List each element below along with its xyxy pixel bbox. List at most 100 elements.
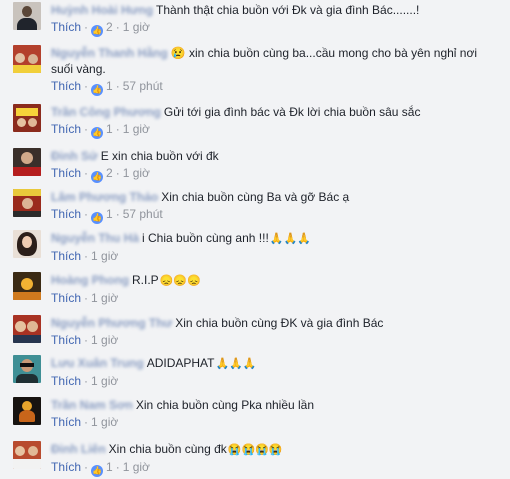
reaction-count[interactable]: 1 <box>106 79 113 93</box>
avatar[interactable] <box>13 189 41 217</box>
comment-text: Đinh Liên Xin chia buồn cùng đk😭😭😭😭 <box>51 441 496 458</box>
avatar[interactable] <box>13 397 41 425</box>
comment-author[interactable]: Lâm Phương Thảo <box>51 190 158 204</box>
comment-list: Huỳnh Hoài Hưng Thành thật chia buồn với … <box>0 0 510 479</box>
like-button[interactable]: Thích <box>51 166 81 180</box>
comment-author[interactable]: Hoàng Phong <box>51 273 129 287</box>
meta-separator: · <box>84 374 89 388</box>
meta-separator: · <box>84 291 89 305</box>
comment-time[interactable]: 1 giờ <box>91 291 118 305</box>
comment-time[interactable]: 1 giờ <box>123 460 150 474</box>
comment-message: Xin chia buồn cùng Pka nhiều lần <box>135 398 315 412</box>
comment-time[interactable]: 1 giờ <box>123 166 150 180</box>
comment-meta: Thích · 👍 1 · 1 giờ <box>51 460 496 477</box>
meta-separator: · <box>115 460 120 474</box>
comment-message: i Chia buồn cùng anh !!! <box>142 231 269 245</box>
thumbs-up-icon[interactable]: 👍 <box>91 127 104 139</box>
reaction-count[interactable]: 1 <box>106 122 113 136</box>
meta-separator: · <box>115 122 120 136</box>
meta-separator: · <box>84 249 89 263</box>
avatar[interactable] <box>13 355 41 383</box>
thumbs-up-icon[interactable]: 👍 <box>91 212 104 224</box>
like-button[interactable]: Thích <box>51 374 81 388</box>
meta-separator: · <box>115 79 120 93</box>
meta-separator: · <box>84 207 89 221</box>
thumbs-up-icon[interactable]: 👍 <box>91 25 104 37</box>
comment-text: Nguyễn Phương Thư Xin chia buồn cùng ĐK v… <box>51 315 496 331</box>
meta-separator: · <box>84 79 89 93</box>
comment-meta: Thích · 👍 2 · 1 giờ <box>51 20 496 37</box>
reaction-count[interactable]: 1 <box>106 207 113 221</box>
comment-author[interactable]: Nguyễn Phương Thư <box>51 316 172 330</box>
reaction-count[interactable]: 2 <box>106 20 113 34</box>
comment-meta: Thích · 1 giờ <box>51 374 496 389</box>
thumbs-up-icon[interactable]: 👍 <box>91 171 104 183</box>
comment-time[interactable]: 1 giờ <box>91 374 118 388</box>
meta-separator: · <box>115 20 120 34</box>
comment-time[interactable]: 57 phút <box>123 207 163 221</box>
comment-author[interactable]: Huỳnh Hoài Hưng <box>51 3 153 17</box>
meta-separator: · <box>84 460 89 474</box>
avatar[interactable] <box>13 45 41 73</box>
comment-text: Trần Công Phương Gửi tới gia đình bác và … <box>51 104 496 120</box>
like-button[interactable]: Thích <box>51 415 81 429</box>
comment-time[interactable]: 1 giờ <box>123 20 150 34</box>
comment-meta: Thích · 👍 2 · 1 giờ <box>51 166 496 183</box>
comment-author[interactable]: Trần Công Phương <box>51 105 161 119</box>
comment-meta: Thích · 1 giờ <box>51 333 496 348</box>
like-button[interactable]: Thích <box>51 333 81 347</box>
comment-meta: Thích · 1 giờ <box>51 415 496 430</box>
comment-message: Xin chia buồn cùng ĐK và gia đình Bác <box>175 316 384 330</box>
like-button[interactable]: Thích <box>51 460 81 474</box>
comment-message: R.I.P <box>132 273 159 287</box>
like-button[interactable]: Thích <box>51 249 81 263</box>
comment-time[interactable]: 57 phút <box>123 79 163 93</box>
comment-time[interactable]: 1 giờ <box>91 333 118 347</box>
comment-meta: Thích · 👍 1 · 57 phút <box>51 79 496 96</box>
meta-separator: · <box>115 207 120 221</box>
comment-message: Gửi tới gia đình bác và Đk lời chia buồn… <box>163 105 421 119</box>
comment-time[interactable]: 1 giờ <box>91 415 118 429</box>
comment-time[interactable]: 1 giờ <box>91 249 118 263</box>
like-button[interactable]: Thích <box>51 20 81 34</box>
thumbs-up-icon[interactable]: 👍 <box>91 84 104 96</box>
comment-author[interactable]: Lưu Xuân Trung <box>51 356 144 370</box>
crying-emoji-icon: 😭😭😭😭 <box>227 444 283 456</box>
meta-separator: · <box>84 415 89 429</box>
avatar[interactable] <box>13 2 41 30</box>
comment-text: Huỳnh Hoài Hưng Thành thật chia buồn với … <box>51 2 496 18</box>
comment-text: Lâm Phương Thảo Xin chia buồn cùng Ba và … <box>51 189 496 205</box>
comment-time[interactable]: 1 giờ <box>123 122 150 136</box>
comment-meta: Thích · 1 giờ <box>51 291 496 306</box>
comment-author[interactable]: Nguyễn Thanh Hằng <box>51 46 168 60</box>
comment-text: Lưu Xuân Trung ADIDAPHAT🙏🙏🙏 <box>51 355 496 372</box>
avatar[interactable] <box>13 272 41 300</box>
meta-separator: · <box>84 20 89 34</box>
pray-emoji-icon: 🙏🙏🙏 <box>215 358 257 370</box>
meta-separator: · <box>84 166 89 180</box>
like-button[interactable]: Thích <box>51 79 81 93</box>
comment-author[interactable]: Nguyễn Thu Hà <box>51 231 139 245</box>
comment-message: E xin chia buồn với đk <box>100 149 219 163</box>
meta-separator: · <box>84 122 89 136</box>
comment-author[interactable]: Đinh Sử <box>51 149 98 163</box>
thumbs-up-icon[interactable]: 👍 <box>91 465 104 477</box>
like-button[interactable]: Thích <box>51 207 81 221</box>
avatar[interactable] <box>13 104 41 132</box>
comment-message: Thành thật chia buồn với Đk và gia đình … <box>156 3 420 17</box>
like-button[interactable]: Thích <box>51 122 81 136</box>
comment-text: Nguyễn Thu Hà i Chia buồn cùng anh !!!🙏🙏🙏 <box>51 230 496 247</box>
reaction-count[interactable]: 1 <box>106 460 113 474</box>
reaction-count[interactable]: 2 <box>106 166 113 180</box>
comment-author[interactable]: Trần Nam Sơn <box>51 398 133 412</box>
pray-emoji-icon: 🙏🙏🙏 <box>269 233 311 245</box>
comment-text: Đinh Sử E xin chia buồn với đk <box>51 148 496 164</box>
comment-message: Xin chia buồn cùng Ba và gỡ Bác ạ <box>161 190 350 204</box>
avatar[interactable] <box>13 315 41 343</box>
avatar[interactable] <box>13 441 41 469</box>
comment-author[interactable]: Đinh Liên <box>51 442 106 456</box>
avatar[interactable] <box>13 230 41 258</box>
avatar[interactable] <box>13 148 41 176</box>
like-button[interactable]: Thích <box>51 291 81 305</box>
comment-text: Trần Nam Sơn Xin chia buồn cùng Pka nhiều… <box>51 397 496 413</box>
